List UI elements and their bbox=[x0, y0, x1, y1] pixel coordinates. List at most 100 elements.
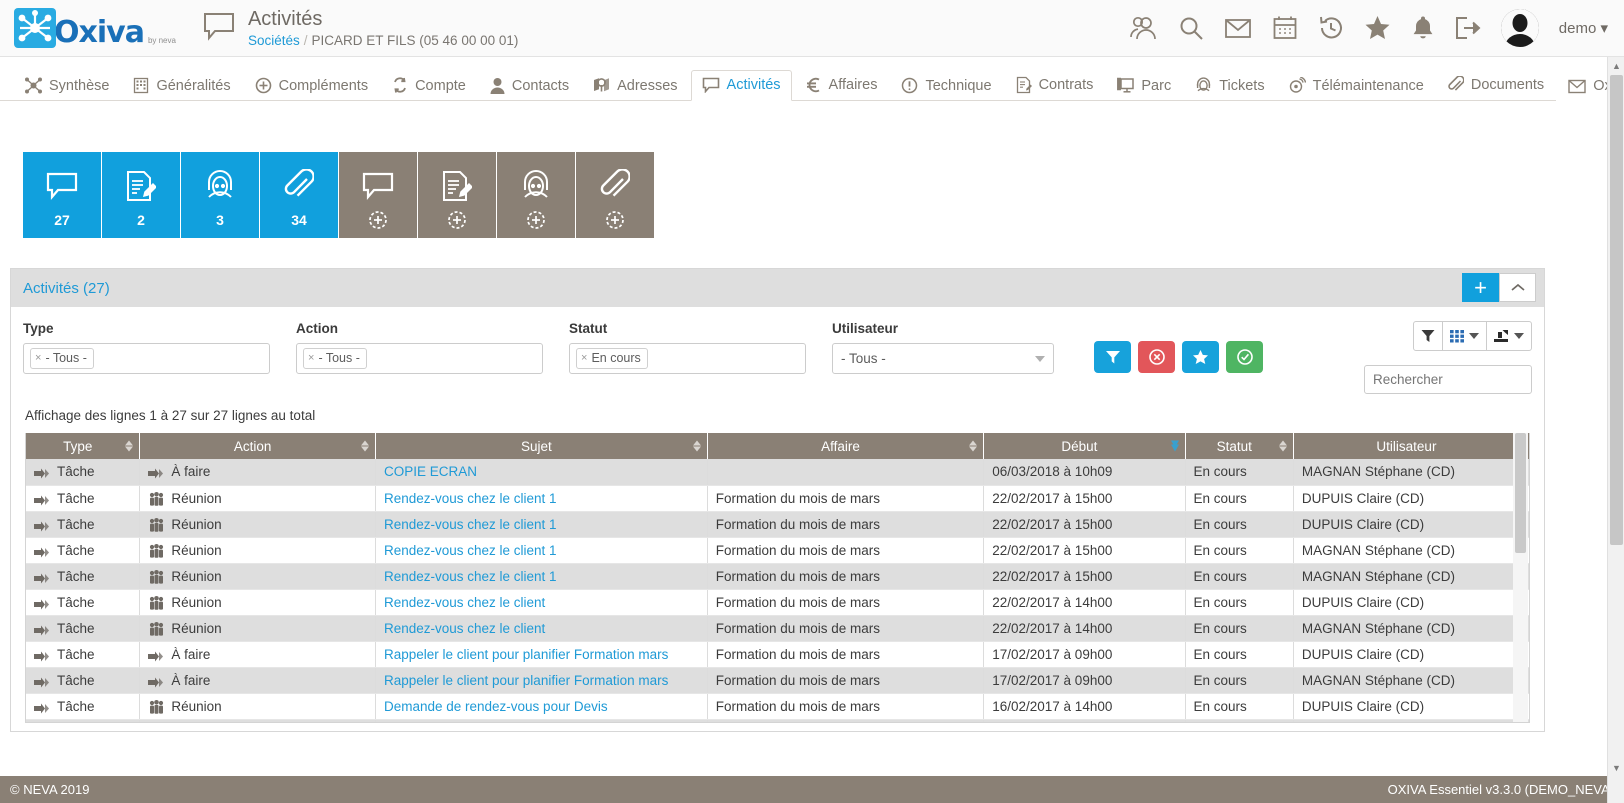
tile-documents[interactable]: 34 bbox=[260, 152, 338, 238]
sort-icon[interactable] bbox=[360, 440, 369, 452]
column-header-sujet[interactable]: Sujet bbox=[375, 433, 708, 459]
sort-icon-active-desc[interactable] bbox=[1170, 440, 1179, 452]
action-multiselect[interactable]: × - Tous - bbox=[296, 343, 543, 374]
favorite-filter-button[interactable] bbox=[1182, 341, 1219, 373]
table-row[interactable]: Tâche À faire Rappeler le client pour plan… bbox=[26, 667, 1529, 694]
table-vertical-scrollbar[interactable] bbox=[1513, 433, 1528, 722]
subject-link[interactable]: Rendez-vous chez le client bbox=[384, 621, 545, 636]
table-row[interactable]: TâcheRéunionDemande de rendez-vous pour … bbox=[26, 693, 1529, 720]
column-header-type[interactable]: Type bbox=[26, 433, 141, 459]
table-row[interactable]: Tâche À faire Rappeler le client pour plan… bbox=[26, 641, 1529, 668]
star-icon[interactable] bbox=[1364, 15, 1391, 41]
tab-adresses[interactable]: Adresses bbox=[582, 70, 688, 101]
history-icon[interactable] bbox=[1318, 15, 1344, 41]
clear-filter-button[interactable] bbox=[1138, 341, 1175, 373]
tile-add-contract[interactable] bbox=[418, 152, 496, 238]
column-header-action[interactable]: Action bbox=[139, 433, 376, 459]
tab-activites[interactable]: Activités bbox=[690, 70, 792, 101]
user-menu[interactable]: demo ▾ bbox=[1559, 19, 1608, 37]
calendar-icon[interactable] bbox=[1272, 15, 1298, 41]
tile-add-ticket[interactable] bbox=[497, 152, 575, 238]
tab-contrats[interactable]: Contrats bbox=[1005, 69, 1105, 101]
action-chip[interactable]: × - Tous - bbox=[303, 348, 367, 369]
cell-text: 22/02/2017 à 14h00 bbox=[992, 620, 1113, 636]
add-activity-button[interactable]: + bbox=[1462, 273, 1499, 302]
tab-parc[interactable]: Parc bbox=[1106, 70, 1182, 101]
tab-synthese[interactable]: Synthèse bbox=[14, 70, 120, 101]
apply-filter-button[interactable] bbox=[1094, 341, 1131, 373]
tab-contacts[interactable]: Contacts bbox=[479, 70, 580, 101]
avatar[interactable] bbox=[1500, 9, 1539, 47]
column-header-statut[interactable]: Statut bbox=[1185, 433, 1294, 459]
search-input[interactable] bbox=[1364, 365, 1532, 394]
type-chip[interactable]: × - Tous - bbox=[30, 348, 94, 369]
table-row[interactable]: Tâche Réunion Rendez-vous chez le client 1… bbox=[26, 563, 1529, 590]
group-icon bbox=[148, 491, 165, 506]
subject-link[interactable]: Demande de rendez-vous pour Devis bbox=[384, 699, 608, 714]
tile-add-note[interactable] bbox=[339, 152, 417, 238]
table-row[interactable]: Tâche Réunion Rendez-vous chez le client Fo… bbox=[26, 615, 1529, 642]
chip-remove-icon[interactable]: × bbox=[35, 352, 41, 364]
tile-notes[interactable]: 27 bbox=[23, 152, 101, 238]
logout-icon[interactable] bbox=[1455, 16, 1481, 40]
cell-utilisateur: MAGNAN Stéphane (CD) bbox=[1293, 615, 1529, 642]
breadcrumb-root-link[interactable]: Sociétés bbox=[248, 33, 300, 48]
tab-generalites[interactable]: Généralités bbox=[122, 70, 241, 101]
collapse-panel-button[interactable] bbox=[1499, 273, 1536, 302]
export-button[interactable] bbox=[1487, 322, 1531, 350]
table-row[interactable]: Tâche Réunion Rendez-vous chez le client Fo… bbox=[26, 589, 1529, 616]
tab-affaires[interactable]: Affaires bbox=[794, 69, 889, 101]
page-vertical-scrollbar[interactable]: ▲ ▼ bbox=[1607, 57, 1624, 803]
column-header-debut[interactable]: Début bbox=[983, 433, 1186, 459]
table-row[interactable]: Tâche Réunion Rendez-vous chez le client 1… bbox=[26, 537, 1529, 564]
subject-link[interactable]: Rendez-vous chez le client 1 bbox=[384, 491, 557, 506]
subject-link[interactable]: Rendez-vous chez le client bbox=[384, 595, 545, 610]
table-row[interactable]: Tâche Réunion Rendez-vous chez le client 1… bbox=[26, 511, 1529, 538]
table-row[interactable]: TâcheRéunionDemande de rendez-vous pour … bbox=[26, 719, 1529, 722]
table-row[interactable]: Tâche À faire COPIE ECRAN 06/03/2018 à 10h0… bbox=[26, 459, 1529, 486]
subject-link[interactable]: Rendez-vous chez le client 1 bbox=[384, 517, 557, 532]
sort-icon[interactable] bbox=[125, 440, 134, 452]
sort-icon[interactable] bbox=[692, 440, 701, 452]
tab-documents[interactable]: Documents bbox=[1437, 69, 1555, 101]
chip-remove-icon[interactable]: × bbox=[581, 352, 587, 364]
utilisateur-select[interactable]: - Tous - bbox=[832, 343, 1054, 374]
column-filter-button[interactable] bbox=[1414, 322, 1443, 350]
subject-link[interactable]: COPIE ECRAN bbox=[384, 464, 477, 479]
mail-icon[interactable] bbox=[1224, 16, 1252, 40]
table-row[interactable]: Tâche Réunion Rendez-vous chez le client 1… bbox=[26, 485, 1529, 512]
logo[interactable]: Oxiva by neva bbox=[14, 8, 176, 48]
filter-action-buttons bbox=[1094, 341, 1263, 373]
panel-header-buttons: + bbox=[1462, 273, 1536, 302]
subject-link[interactable]: Rendez-vous chez le client 1 bbox=[384, 569, 557, 584]
tile-tickets[interactable]: 3 bbox=[181, 152, 259, 238]
tab-technique[interactable]: Technique bbox=[890, 70, 1002, 101]
plus-circle-icon bbox=[255, 77, 272, 94]
sort-icon[interactable] bbox=[969, 440, 978, 452]
statut-chip[interactable]: × En cours bbox=[576, 348, 648, 369]
tab-complements[interactable]: Compléments bbox=[244, 70, 379, 101]
page-scrollbar-thumb[interactable] bbox=[1610, 75, 1623, 545]
tile-add-document[interactable] bbox=[576, 152, 654, 238]
tile-contracts[interactable]: 2 bbox=[102, 152, 180, 238]
users-icon[interactable] bbox=[1129, 15, 1158, 41]
subject-link[interactable]: Rappeler le client pour planifier Format… bbox=[384, 673, 668, 688]
tab-compte[interactable]: Compte bbox=[381, 70, 477, 101]
chip-remove-icon[interactable]: × bbox=[308, 352, 314, 364]
columns-chooser-button[interactable] bbox=[1443, 322, 1487, 350]
type-multiselect[interactable]: × - Tous - bbox=[23, 343, 270, 374]
subject-link[interactable]: Rappeler le client pour planifier Format… bbox=[384, 647, 668, 662]
statut-multiselect[interactable]: × En cours bbox=[569, 343, 806, 374]
scroll-up-arrow[interactable]: ▲ bbox=[1608, 57, 1624, 74]
tab-telemaintenance[interactable]: Télémaintenance bbox=[1278, 70, 1435, 101]
scroll-down-arrow[interactable]: ▼ bbox=[1608, 759, 1624, 776]
sort-icon[interactable] bbox=[1278, 440, 1287, 452]
column-header-utilisateur[interactable]: Utilisateur bbox=[1293, 433, 1529, 459]
scrollbar-thumb[interactable] bbox=[1515, 433, 1526, 553]
tab-tickets[interactable]: Tickets bbox=[1184, 70, 1275, 101]
subject-link[interactable]: Rendez-vous chez le client 1 bbox=[384, 543, 557, 558]
bell-icon[interactable] bbox=[1411, 15, 1435, 41]
validate-filter-button[interactable] bbox=[1226, 341, 1263, 373]
column-header-affaire[interactable]: Affaire bbox=[707, 433, 985, 459]
search-icon[interactable] bbox=[1178, 15, 1204, 41]
